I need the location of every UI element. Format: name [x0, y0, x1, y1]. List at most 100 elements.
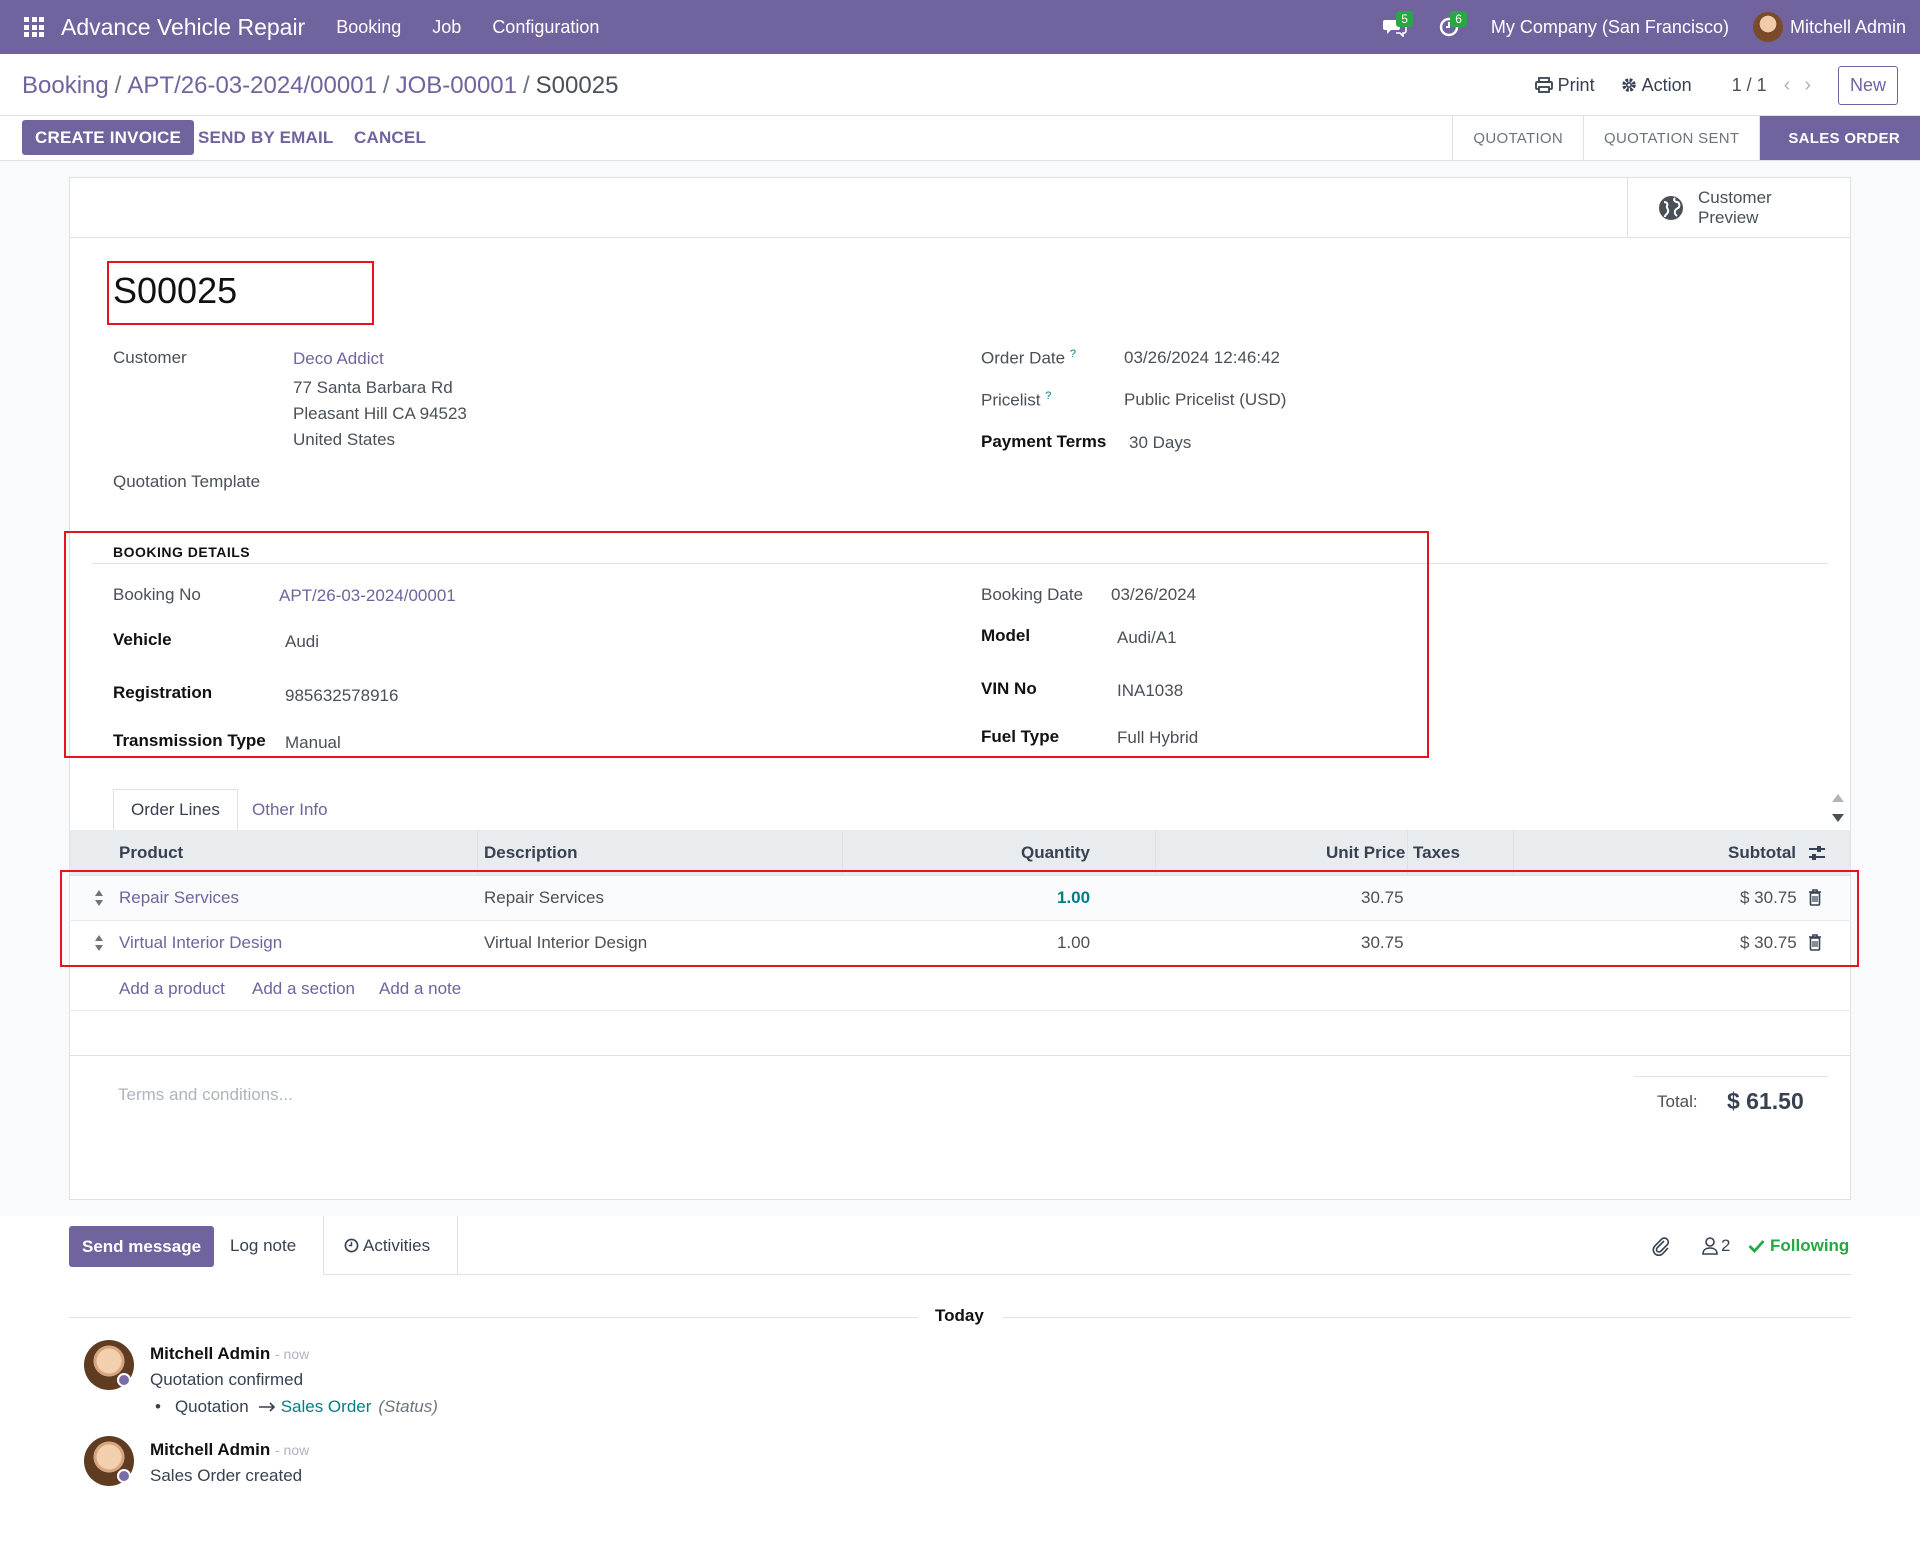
user-menu[interactable]: Mitchell Admin: [1790, 17, 1906, 38]
payment-terms-value[interactable]: 30 Days: [1129, 433, 1191, 453]
stage-quotation[interactable]: QUOTATION: [1452, 116, 1583, 160]
activities-badge: 6: [1450, 11, 1467, 27]
company-switcher[interactable]: My Company (San Francisco): [1491, 17, 1729, 38]
message-time: - now: [275, 1442, 310, 1458]
customer-preview-label-1: Customer: [1698, 188, 1772, 207]
pager-next-icon[interactable]: ›: [1804, 74, 1811, 97]
column-taxes[interactable]: Taxes: [1413, 843, 1460, 863]
following-label: Following: [1770, 1236, 1850, 1255]
payment-terms-label: Payment Terms: [981, 432, 1107, 451]
presence-indicator: [117, 1469, 131, 1483]
top-navbar: Advance Vehicle Repair Booking Job Confi…: [0, 0, 1920, 54]
breadcrumb-booking[interactable]: Booking: [22, 72, 109, 99]
control-panel: Booking / APT/26-03-2024/00001/JOB-00001/S…: [0, 54, 1920, 116]
column-quantity[interactable]: Quantity: [1021, 843, 1090, 863]
quotation-template-label: Quotation Template: [113, 472, 261, 491]
total-label: Total:: [1657, 1092, 1698, 1111]
breadcrumb: Booking / APT/26-03-2024/00001/JOB-00001/S…: [22, 72, 619, 99]
stage-quotation-sent[interactable]: QUOTATION SENT: [1583, 116, 1759, 160]
cancel-button[interactable]: CANCEL: [341, 120, 439, 155]
add-note-link[interactable]: Add a note: [379, 979, 461, 999]
column-unit-price[interactable]: Unit Price: [1326, 843, 1405, 863]
activities-button[interactable]: 6: [1429, 0, 1469, 54]
message-author[interactable]: Mitchell Admin - now: [150, 1344, 309, 1364]
terms-input[interactable]: Terms and conditions...: [118, 1085, 293, 1105]
breadcrumb-current: S00025: [535, 72, 619, 99]
send-message-button[interactable]: Send message: [69, 1226, 215, 1267]
customer-name[interactable]: Deco Addict: [293, 349, 384, 369]
arrow-right-icon: [258, 1402, 275, 1412]
highlight-order-lines: [60, 870, 1859, 967]
send-by-email-button[interactable]: SEND BY EMAIL: [185, 120, 346, 155]
globe-icon: [1659, 196, 1683, 220]
customer-preview-label-2: Preview: [1698, 208, 1759, 227]
user-icon: [1702, 1237, 1718, 1255]
menu-configuration[interactable]: Configuration: [492, 17, 599, 38]
print-icon: [1534, 77, 1553, 93]
pager-value[interactable]: 1 / 1: [1732, 75, 1767, 96]
order-date-label: Order Date ?: [981, 348, 1076, 368]
apps-menu-icon[interactable]: [24, 17, 44, 37]
stage-sales-order[interactable]: SALES ORDER: [1759, 116, 1920, 160]
customer-label: Customer: [113, 348, 187, 367]
user-avatar[interactable]: [1752, 12, 1783, 42]
tab-other-info[interactable]: Other Info: [235, 789, 345, 831]
menu-job[interactable]: Job: [432, 17, 461, 38]
following-button[interactable]: Following: [1748, 1236, 1849, 1256]
order-date-help-icon[interactable]: ?: [1070, 348, 1076, 360]
pricelist-help-icon[interactable]: ?: [1045, 390, 1051, 402]
action-button[interactable]: Action: [1621, 75, 1692, 96]
column-subtotal[interactable]: Subtotal: [1728, 843, 1796, 863]
column-product[interactable]: Product: [119, 843, 183, 863]
followers-button[interactable]: 2: [1702, 1236, 1730, 1256]
pricelist-label: Pricelist ?: [981, 390, 1052, 410]
app-name[interactable]: Advance Vehicle Repair: [61, 14, 305, 41]
status-stages: QUOTATION QUOTATION SENT SALES ORDER: [1452, 116, 1920, 160]
message-author[interactable]: Mitchell Admin - now: [150, 1440, 309, 1460]
log-note-button[interactable]: Log note: [230, 1216, 296, 1275]
tracking-field: (Status): [378, 1397, 438, 1416]
highlight-order-name: [107, 261, 374, 325]
messages-badge: 5: [1396, 11, 1413, 27]
breadcrumb-appointment[interactable]: APT/26-03-2024/00001: [127, 72, 377, 99]
pager-prev-icon[interactable]: ‹: [1784, 74, 1791, 97]
column-description[interactable]: Description: [484, 843, 578, 863]
breadcrumb-job[interactable]: JOB-00001: [396, 72, 517, 99]
add-section-link[interactable]: Add a section: [252, 979, 355, 999]
action-label: Action: [1641, 74, 1692, 95]
scroll-down-icon[interactable]: [1832, 814, 1844, 822]
message-body: Sales Order created: [150, 1466, 303, 1485]
clock-icon: [344, 1238, 359, 1253]
date-separator: Today: [935, 1306, 984, 1325]
print-button[interactable]: Print: [1534, 74, 1595, 96]
activities-button[interactable]: Activities: [344, 1216, 430, 1275]
customer-address-line1: 77 Santa Barbara Rd: [293, 378, 453, 397]
tab-order-lines[interactable]: Order Lines: [113, 789, 238, 831]
tracking-new-value: Sales Order: [280, 1397, 372, 1416]
paperclip-icon[interactable]: [1652, 1236, 1670, 1256]
customer-address-line2: Pleasant Hill CA 94523: [293, 404, 467, 423]
new-button[interactable]: New: [1837, 65, 1898, 105]
print-label: Print: [1557, 74, 1595, 95]
add-product-link[interactable]: Add a product: [119, 979, 225, 999]
menu-booking[interactable]: Booking: [336, 17, 401, 38]
message-time: - now: [275, 1346, 310, 1362]
customer-preview-button[interactable]: Customer Preview: [1627, 178, 1850, 238]
customer-address-line3: United States: [293, 430, 396, 449]
message-body: Quotation confirmed: [150, 1370, 304, 1389]
create-invoice-button[interactable]: CREATE INVOICE: [22, 120, 195, 155]
optional-columns-icon[interactable]: [1808, 844, 1826, 862]
gear-icon: [1621, 78, 1636, 92]
scroll-up-icon[interactable]: [1832, 794, 1844, 802]
followers-count: 2: [1721, 1236, 1731, 1255]
messages-button[interactable]: 5: [1375, 0, 1415, 54]
order-date-value[interactable]: 03/26/2024 12:46:42: [1124, 348, 1280, 368]
activities-label: Activities: [363, 1235, 431, 1255]
statusbar: CREATE INVOICE SEND BY EMAIL CANCEL QUOT…: [0, 116, 1920, 161]
tracking-old-value: Quotation: [174, 1397, 249, 1416]
presence-indicator: [117, 1373, 131, 1387]
pricelist-value[interactable]: Public Pricelist (USD): [1124, 390, 1286, 410]
total-amount: $ 61.50: [1727, 1088, 1804, 1114]
tracking-value: • Quotation Sales Order (Status): [155, 1397, 438, 1416]
highlight-booking-details: [64, 531, 1429, 758]
